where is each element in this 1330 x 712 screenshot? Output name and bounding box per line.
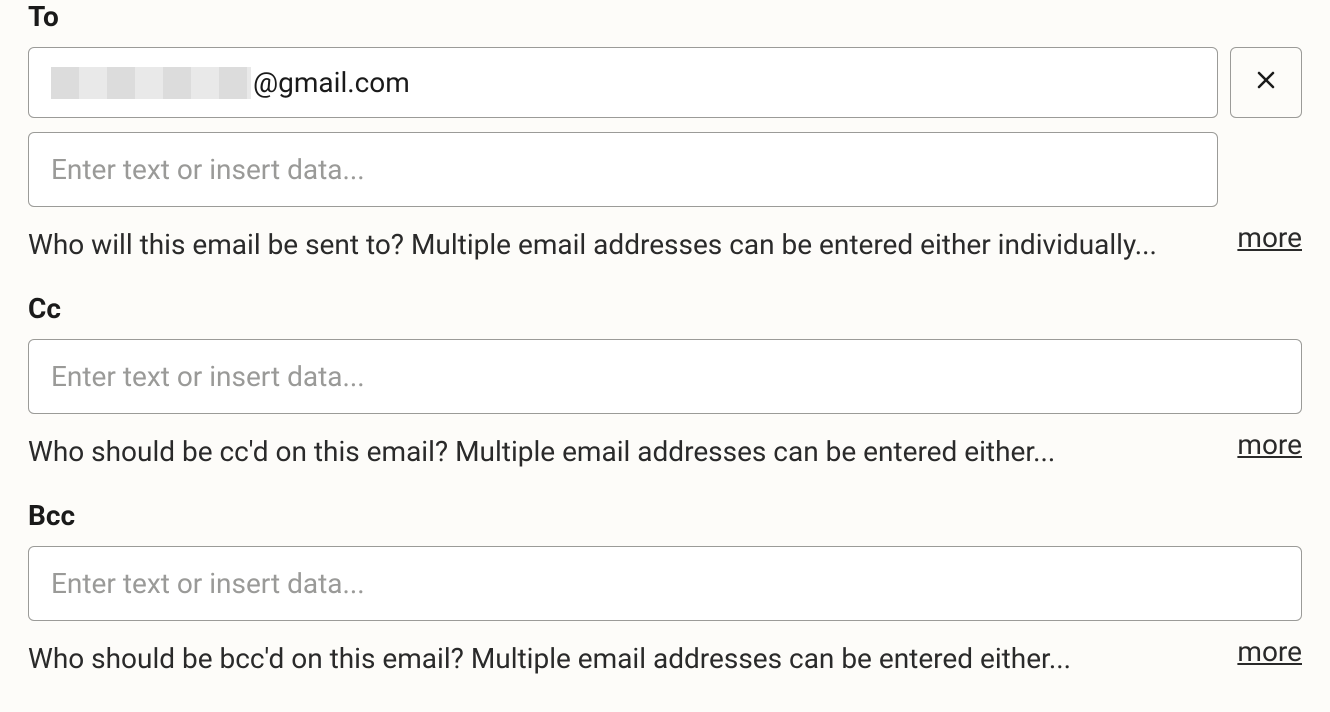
cc-input[interactable] <box>28 339 1302 414</box>
remove-chip-button[interactable] <box>1230 47 1302 118</box>
cc-field-group: Cc Who should be cc'd on this email? Mul… <box>28 292 1302 471</box>
to-chip[interactable]: @gmail.com <box>28 47 1218 118</box>
to-input[interactable] <box>28 132 1218 207</box>
to-field-group: To @gmail.com Who will this email be sen… <box>28 0 1302 264</box>
to-helper-row: Who will this email be sent to? Multiple… <box>28 225 1302 264</box>
cc-helper-row: Who should be cc'd on this email? Multip… <box>28 432 1302 471</box>
close-icon <box>1254 66 1278 100</box>
redacted-email-prefix <box>51 67 251 99</box>
cc-label: Cc <box>28 292 1302 325</box>
bcc-label: Bcc <box>28 499 1302 532</box>
to-label: To <box>28 0 1302 33</box>
cc-more-link[interactable]: more <box>1237 428 1302 461</box>
to-chip-value: @gmail.com <box>253 66 410 99</box>
to-helper-text: Who will this email be sent to? Multiple… <box>28 225 1213 264</box>
bcc-more-link[interactable]: more <box>1237 635 1302 668</box>
bcc-field-group: Bcc Who should be bcc'd on this email? M… <box>28 499 1302 678</box>
to-more-link[interactable]: more <box>1237 221 1302 254</box>
cc-helper-text: Who should be cc'd on this email? Multip… <box>28 432 1213 471</box>
bcc-helper-text: Who should be bcc'd on this email? Multi… <box>28 639 1213 678</box>
bcc-input[interactable] <box>28 546 1302 621</box>
to-chip-row: @gmail.com <box>28 47 1302 118</box>
bcc-helper-row: Who should be bcc'd on this email? Multi… <box>28 639 1302 678</box>
